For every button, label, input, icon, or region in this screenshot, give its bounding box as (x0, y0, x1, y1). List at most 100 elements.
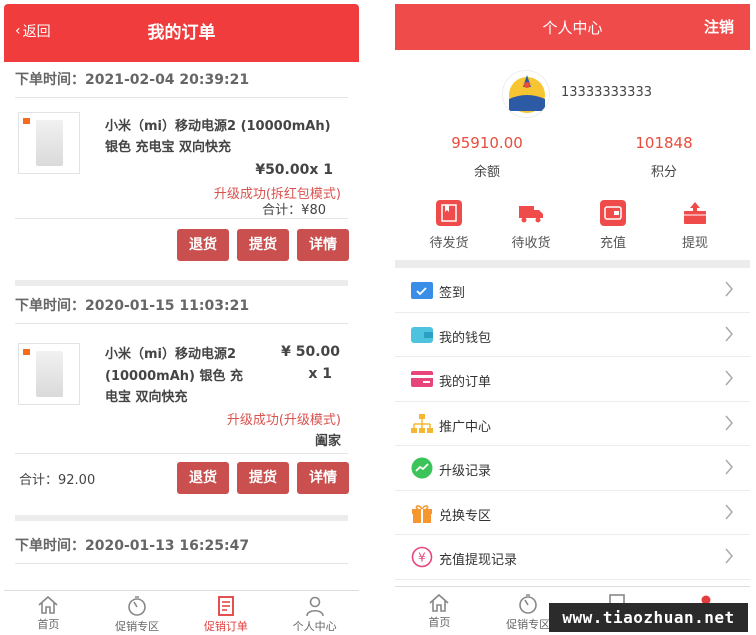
quick-pending-receive[interactable]: 待收货 (496, 200, 566, 251)
logout-button[interactable]: 注销 (704, 16, 734, 37)
quick-pending-receive-label: 待收货 (511, 236, 551, 251)
nav-home[interactable]: 首页 (395, 587, 484, 635)
nav-home-label: 首页 (37, 618, 60, 631)
chevron-right-icon (725, 415, 733, 430)
quick-withdraw-label: 提现 (681, 236, 708, 251)
menu-my-orders-label: 我的订单 (439, 375, 492, 390)
page-title: 个人中心 (542, 19, 603, 37)
order-total: 合计：¥80 (262, 203, 326, 218)
order-time-label: 下单时间： (15, 538, 85, 554)
hierarchy-icon (411, 413, 433, 433)
card-icon (411, 371, 433, 387)
seller-name: 阖家 (314, 434, 341, 449)
menu-recharge-withdraw-records-label: 充值提现记录 (439, 553, 518, 568)
wallet-icon (600, 200, 626, 226)
package-icon (436, 200, 462, 226)
avatar[interactable] (502, 70, 550, 118)
home-icon (429, 593, 449, 612)
orders-screen: ‹ 返回 我的订单 下单时间：2021-02-04 20:39:21 小米（mi… (4, 4, 359, 635)
nav-orders[interactable]: 促销订单 (182, 591, 271, 635)
chevron-right-icon (725, 548, 733, 564)
product-price: ¥ 50.00 (281, 344, 340, 360)
chevron-right-icon (725, 459, 733, 475)
order-time-value: 2020-01-13 16:25:47 (85, 538, 250, 554)
quick-pending-ship[interactable]: 待发货 (414, 200, 484, 251)
order-time-value: 2021-02-04 20:39:21 (85, 72, 250, 88)
menu-wallet-label: 我的钱包 (439, 330, 492, 346)
nav-home[interactable]: 首页 (4, 591, 93, 635)
product-price: ¥50.00x 1 (255, 162, 333, 178)
order-total: 合计：92.00 (19, 473, 96, 488)
watermark: www.tiaozhuan.net (549, 603, 748, 632)
chart-icon (411, 457, 433, 479)
timer-icon (519, 594, 537, 614)
points-label: 积分 (650, 165, 677, 180)
quick-pending-ship-label: 待发货 (429, 236, 469, 251)
product-thumbnail[interactable] (18, 343, 80, 405)
points-value: 101848 (635, 134, 693, 152)
home-icon (38, 595, 58, 614)
order-time-label: 下单时间： (15, 72, 85, 88)
nav-promo[interactable]: 促销专区 (93, 591, 182, 635)
product-thumbnail[interactable] (18, 112, 80, 174)
order-status: 升级成功(升级模式) (226, 413, 341, 428)
profile-header: 个人中心 注销 (395, 4, 750, 50)
gift-icon (412, 504, 432, 523)
svg-text:¥: ¥ (418, 551, 426, 565)
order-card: 下单时间：2021-02-04 20:39:21 小米（mi）移动电源2 (10… (4, 62, 359, 286)
nav-profile-label: 个人中心 (292, 620, 337, 633)
nav-orders-label: 促销订单 (203, 620, 248, 633)
quick-recharge[interactable]: 充值 (578, 200, 648, 251)
page-title: 我的订单 (147, 23, 216, 43)
pickup-button[interactable]: 提货 (237, 229, 289, 261)
wallet-icon (411, 326, 433, 343)
pickup-button[interactable]: 提货 (237, 462, 289, 494)
nav-profile[interactable]: 个人中心 (270, 591, 359, 635)
chevron-right-icon (725, 370, 733, 386)
details-button[interactable]: 详情 (297, 229, 349, 261)
timer-icon (128, 596, 146, 616)
menu-exchange-label: 兑换专区 (439, 508, 492, 524)
checkin-icon (411, 282, 433, 299)
nav-promo-label: 促销专区 (506, 618, 551, 631)
truck-icon (518, 200, 544, 226)
order-time: 下单时间：2020-01-15 11:03:21 (15, 288, 348, 324)
balance-value: 95910.00 (451, 134, 523, 152)
quick-withdraw[interactable]: 提现 (660, 200, 730, 251)
withdraw-icon (682, 200, 708, 226)
details-button[interactable]: 详情 (297, 462, 349, 494)
chevron-right-icon (725, 326, 733, 341)
orders-header: ‹ 返回 我的订单 (4, 4, 359, 62)
menu-my-orders[interactable]: 我的订单 (395, 357, 750, 402)
order-time-label: 下单时间： (15, 298, 85, 314)
menu-exchange[interactable]: 兑换专区 (395, 491, 750, 535)
menu-promotion[interactable]: 推广中心 (395, 402, 750, 446)
order-icon (217, 596, 234, 616)
order-time-value: 2020-01-15 11:03:21 (85, 298, 250, 314)
menu-upgrade-records[interactable]: 升级记录 (395, 446, 750, 491)
yen-icon: ¥ (411, 546, 433, 568)
product-name-line2: (10000mAh) 银色 充 (105, 369, 244, 384)
nav-home-label: 首页 (428, 616, 451, 629)
menu-checkin[interactable]: 签到 (395, 268, 750, 313)
user-icon (305, 596, 324, 617)
profile-screen: 个人中心 注销 13333333333 95910.00 余额 101848 积… (395, 4, 750, 635)
menu-upgrade-records-label: 升级记录 (439, 464, 492, 479)
menu-wallet[interactable]: 我的钱包 (395, 313, 750, 357)
avatar-image (509, 75, 545, 113)
menu-recharge-withdraw-records[interactable]: ¥ 充值提现记录 (395, 535, 750, 580)
order-card: 下单时间：2020-01-15 11:03:21 小米（mi）移动电源2 (10… (4, 288, 359, 534)
quick-recharge-label: 充值 (599, 236, 626, 251)
orders-bottom-nav: 首页 促销专区 促销订单 个人中心 (4, 590, 359, 635)
return-button[interactable]: 退货 (177, 229, 229, 261)
product-name-line2: 银色 充电宝 双向快充 (105, 140, 232, 155)
product-name-line3: 电宝 双向快充 (105, 390, 188, 405)
order-time: 下单时间：2021-02-04 20:39:21 (15, 62, 348, 98)
profile-menu: 签到 我的钱包 我的订单 推广中心 升级记录 兑换专区 ¥ 充值提现记录 (395, 268, 750, 580)
product-name-line1: 小米（mi）移动电源2 (105, 347, 237, 362)
return-button[interactable]: 退货 (177, 462, 229, 494)
nav-promo-label: 促销专区 (115, 620, 160, 633)
chevron-right-icon (725, 281, 733, 297)
menu-promotion-label: 推广中心 (439, 419, 492, 435)
balance-label: 余额 (473, 165, 500, 180)
